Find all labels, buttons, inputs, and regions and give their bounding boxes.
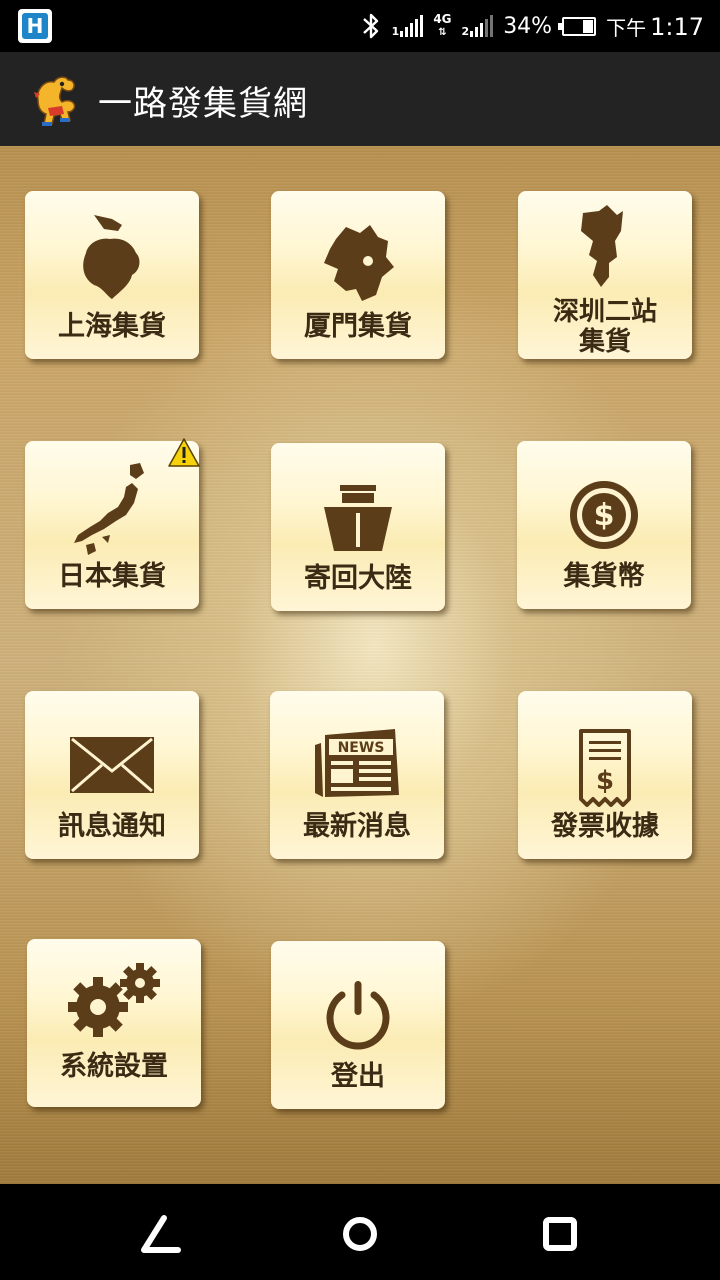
battery-icon <box>558 16 597 36</box>
network-4g-icon: 4G ⇅ <box>433 12 452 39</box>
tile-label: 系統設置 <box>60 1051 168 1082</box>
app-notification-icon: H <box>18 9 52 43</box>
svg-text:$: $ <box>596 766 614 796</box>
dragon-mascot-logo <box>34 76 76 126</box>
newspaper-icon: NEWS <box>315 729 399 797</box>
sim2-signal-icon: 2 <box>462 15 494 37</box>
clock: 下午 1:17 <box>606 12 704 41</box>
tile-coins[interactable]: $ 集貨幣 <box>517 441 691 609</box>
tile-label: 深圳二站 集貨 <box>552 297 657 357</box>
sim1-signal-icon: 1 <box>392 15 424 37</box>
tile-label: 登出 <box>331 1061 385 1092</box>
system-nav-bar <box>0 1184 720 1280</box>
tile-label: 日本集貨 <box>58 561 166 592</box>
tile-logout[interactable]: 登出 <box>271 941 445 1109</box>
tile-label: 集貨幣 <box>563 561 645 592</box>
status-bar: H 1 4G ⇅ 2 34% 下午 1:17 <box>0 0 720 52</box>
recent-apps-button[interactable] <box>538 1212 582 1256</box>
gears-icon <box>68 963 160 1037</box>
shenzhen-map-icon <box>581 205 623 287</box>
back-button[interactable] <box>138 1212 182 1256</box>
svg-text:$: $ <box>594 498 615 533</box>
battery-percent: 34% <box>503 13 553 39</box>
home-button[interactable] <box>338 1212 382 1256</box>
warning-icon <box>168 438 200 467</box>
tile-label: 訊息通知 <box>58 811 166 842</box>
ship-icon <box>324 485 392 551</box>
app-bar: 一路發集貨網 <box>0 52 720 146</box>
shanghai-map-icon <box>83 215 140 299</box>
tile-label: 最新消息 <box>303 811 411 842</box>
xiamen-map-icon <box>324 225 394 301</box>
receipt-icon: $ <box>579 729 631 807</box>
envelope-icon <box>70 737 154 793</box>
tile-notifications[interactable]: 訊息通知 <box>25 691 199 859</box>
tile-ship-to-mainland[interactable]: 寄回大陸 <box>271 443 445 611</box>
tile-shenzhen[interactable]: 深圳二站 集貨 <box>518 191 692 359</box>
app-title: 一路發集貨網 <box>98 84 308 124</box>
tile-xiamen[interactable]: 厦門集貨 <box>271 191 445 359</box>
tile-latest-news[interactable]: NEWS 最新消息 <box>270 691 444 859</box>
tile-system-settings[interactable]: 系統設置 <box>27 939 201 1107</box>
japan-map-icon <box>74 463 144 555</box>
power-icon <box>326 981 390 1050</box>
bluetooth-icon <box>362 13 378 39</box>
menu-grid: 上海集貨 厦門集貨 深圳二站 集貨 日本集貨 寄回大陸 $ 集貨幣 訊息通知 N… <box>0 146 720 1184</box>
tile-invoice-receipt[interactable]: $ 發票收據 <box>518 691 692 859</box>
tile-label: 寄回大陸 <box>304 563 412 594</box>
tile-label: 上海集貨 <box>58 311 166 342</box>
tile-label: 發票收據 <box>551 811 659 842</box>
tile-japan[interactable]: 日本集貨 <box>25 438 200 609</box>
tile-label: 厦門集貨 <box>304 311 412 342</box>
tile-shanghai[interactable]: 上海集貨 <box>25 191 199 359</box>
svg-text:NEWS: NEWS <box>338 740 385 756</box>
dollar-coin-icon: $ <box>570 481 638 549</box>
